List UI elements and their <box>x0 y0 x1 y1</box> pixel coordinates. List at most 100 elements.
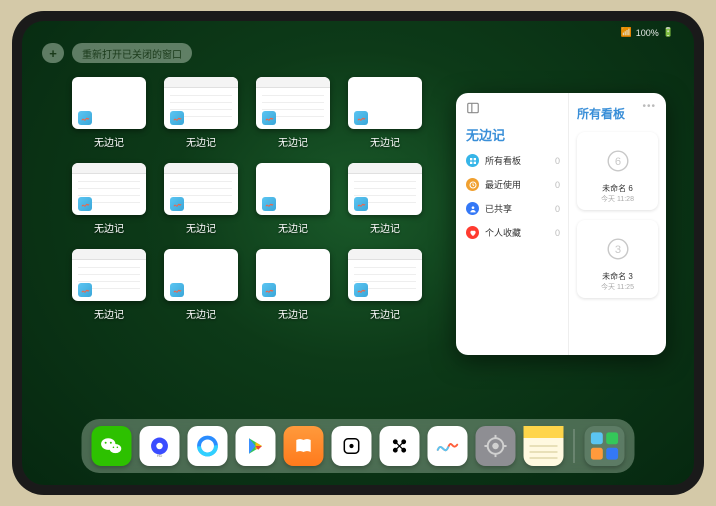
board-name: 未命名 3 <box>583 271 652 282</box>
freeform-panel[interactable]: 无边记 所有看板0最近使用0已共享0个人收藏0 ••• 所有看板 6未命名 6今… <box>456 93 666 355</box>
freeform-app-icon <box>262 111 276 125</box>
dock-freeform-icon[interactable] <box>428 426 468 466</box>
sidebar-item-count: 0 <box>555 204 560 214</box>
sidebar-item-count: 0 <box>555 180 560 190</box>
board-timestamp: 今天 11:28 <box>583 194 652 204</box>
panel-sidebar: 无边记 所有看板0最近使用0已共享0个人收藏0 <box>456 93 568 355</box>
dock: HD <box>82 419 635 473</box>
window-label: 无边记 <box>186 306 216 321</box>
window-thumbnail <box>256 163 330 215</box>
dock-separator <box>574 429 575 463</box>
screen: 📶 100% 🔋 + 重新打开已关闭的窗口 无边记无边记无边记无边记无边记无边记… <box>22 21 694 485</box>
dock-app-library-icon[interactable] <box>585 426 625 466</box>
sidebar-item-heart[interactable]: 个人收藏 0 <box>466 226 560 239</box>
board-card[interactable]: 3 未命名 3今天 11:25 <box>577 220 658 298</box>
window-thumbnail <box>256 77 330 129</box>
window-tile[interactable]: 无边记 <box>162 77 240 155</box>
window-label: 无边记 <box>278 220 308 235</box>
status-bar: 📶 100% 🔋 <box>621 27 674 38</box>
person-icon <box>466 202 479 215</box>
window-label: 无边记 <box>278 306 308 321</box>
signal-icon: 📶 <box>621 27 632 38</box>
grid-icon <box>466 154 479 167</box>
board-timestamp: 今天 11:25 <box>583 282 652 292</box>
sidebar-item-person[interactable]: 已共享 0 <box>466 202 560 215</box>
window-tile[interactable]: 无边记 <box>346 77 424 155</box>
sidebar-item-count: 0 <box>555 228 560 238</box>
svg-text:HD: HD <box>157 453 163 458</box>
window-label: 无边记 <box>94 220 124 235</box>
board-thumbnail: 3 <box>583 226 652 271</box>
dock-connect-icon[interactable] <box>380 426 420 466</box>
window-tile[interactable]: 无边记 <box>254 77 332 155</box>
window-label: 无边记 <box>370 220 400 235</box>
freeform-app-icon <box>78 283 92 297</box>
battery-text: 100% <box>636 28 659 38</box>
reopen-closed-window-button[interactable]: 重新打开已关闭的窗口 <box>72 43 192 63</box>
sidebar-item-label: 已共享 <box>485 202 512 215</box>
freeform-app-icon <box>78 197 92 211</box>
heart-icon <box>466 226 479 239</box>
window-thumbnail <box>348 163 422 215</box>
dock-qq-browser-icon[interactable] <box>188 426 228 466</box>
freeform-app-icon <box>354 197 368 211</box>
sidebar-item-label: 最近使用 <box>485 178 521 191</box>
clock-icon <box>466 178 479 191</box>
freeform-app-icon <box>354 283 368 297</box>
window-tile[interactable]: 无边记 <box>254 249 332 327</box>
window-thumbnail <box>164 163 238 215</box>
top-controls: + 重新打开已关闭的窗口 <box>42 43 192 63</box>
freeform-app-icon <box>170 283 184 297</box>
board-thumbnail: 6 <box>583 138 652 183</box>
freeform-app-icon <box>170 111 184 125</box>
app-expose-grid: 无边记无边记无边记无边记无边记无边记无边记无边记无边记无边记无边记无边记 <box>70 77 430 327</box>
dock-play-icon[interactable] <box>236 426 276 466</box>
freeform-app-icon <box>354 111 368 125</box>
freeform-app-icon <box>262 283 276 297</box>
window-tile[interactable]: 无边记 <box>162 249 240 327</box>
window-thumbnail <box>72 163 146 215</box>
sidebar-item-count: 0 <box>555 156 560 166</box>
svg-text:6: 6 <box>614 156 620 168</box>
sidebar-item-clock[interactable]: 最近使用 0 <box>466 178 560 191</box>
window-thumbnail <box>72 77 146 129</box>
window-tile[interactable]: 无边记 <box>254 163 332 241</box>
panel-content: ••• 所有看板 6未命名 6今天 11:283未命名 3今天 11:25 <box>568 93 666 355</box>
board-card[interactable]: 6 未命名 6今天 11:28 <box>577 132 658 210</box>
dock-dice-icon[interactable] <box>332 426 372 466</box>
window-label: 无边记 <box>370 306 400 321</box>
ipad-device-frame: 📶 100% 🔋 + 重新打开已关闭的窗口 无边记无边记无边记无边记无边记无边记… <box>12 11 704 495</box>
sidebar-item-label: 个人收藏 <box>485 226 521 239</box>
window-thumbnail <box>164 77 238 129</box>
window-tile[interactable]: 无边记 <box>162 163 240 241</box>
window-thumbnail <box>72 249 146 301</box>
window-thumbnail <box>164 249 238 301</box>
dock-settings-icon[interactable] <box>476 426 516 466</box>
sidebar-item-grid[interactable]: 所有看板0 <box>466 154 560 167</box>
sidebar-toggle-icon[interactable] <box>466 101 480 115</box>
new-window-button[interactable]: + <box>42 43 64 63</box>
window-tile[interactable]: 无边记 <box>70 163 148 241</box>
window-label: 无边记 <box>278 134 308 149</box>
window-label: 无边记 <box>186 220 216 235</box>
window-tile[interactable]: 无边记 <box>70 77 148 155</box>
window-tile[interactable]: 无边记 <box>70 249 148 327</box>
window-thumbnail <box>348 249 422 301</box>
dock-quark-icon[interactable]: HD <box>140 426 180 466</box>
svg-text:3: 3 <box>614 244 620 256</box>
more-options-button[interactable]: ••• <box>642 101 656 112</box>
window-thumbnail <box>348 77 422 129</box>
window-tile[interactable]: 无边记 <box>346 163 424 241</box>
window-label: 无边记 <box>186 134 216 149</box>
window-label: 无边记 <box>94 134 124 149</box>
battery-icon: 🔋 <box>663 27 674 38</box>
board-name: 未命名 6 <box>583 183 652 194</box>
dock-books-icon[interactable] <box>284 426 324 466</box>
window-tile[interactable]: 无边记 <box>346 249 424 327</box>
window-thumbnail <box>256 249 330 301</box>
window-label: 无边记 <box>94 306 124 321</box>
dock-notes-icon[interactable] <box>524 426 564 466</box>
freeform-app-icon <box>170 197 184 211</box>
dock-wechat-icon[interactable] <box>92 426 132 466</box>
freeform-app-icon <box>262 197 276 211</box>
